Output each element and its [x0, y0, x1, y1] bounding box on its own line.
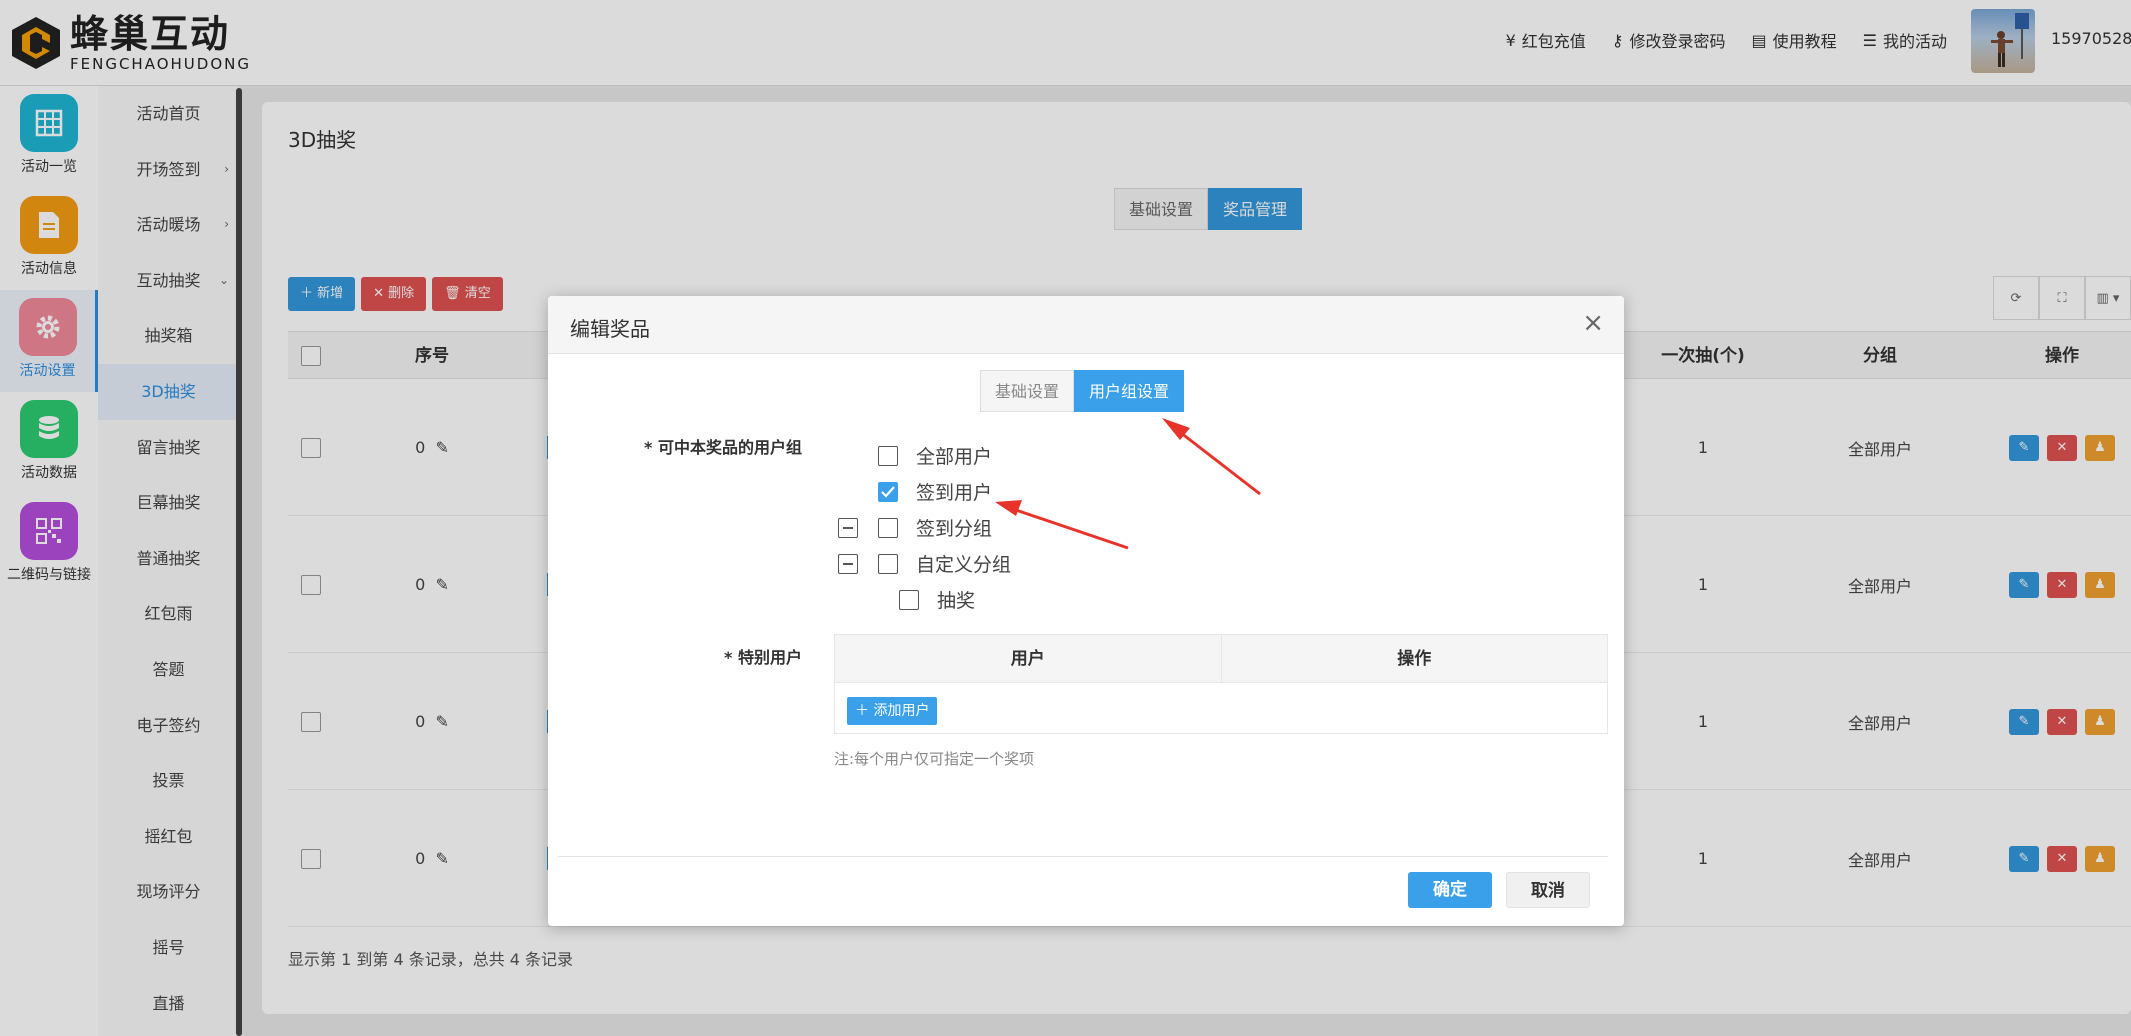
checkbox[interactable]: [878, 517, 898, 538]
modal-title: 编辑奖品: [570, 317, 650, 341]
edit-prize-modal: 编辑奖品 × 基础设置 用户组设置 * 可中本奖品的用户组 全部用户 签到用户 …: [548, 296, 1624, 926]
tree-node-checkin-users[interactable]: 签到用户: [878, 478, 992, 505]
divider: [558, 856, 1608, 857]
check-icon: [881, 485, 895, 498]
column-ops: 操作: [1397, 649, 1432, 669]
special-users-label: * 特别用户: [724, 648, 802, 667]
tree-node-label: 签到用户: [916, 482, 993, 504]
checkbox-checked[interactable]: [878, 481, 898, 502]
tree-node-label: 抽奖: [937, 590, 976, 612]
checkbox[interactable]: [899, 589, 919, 610]
add-user-button[interactable]: ＋ 添加用户: [847, 697, 938, 725]
tree-node-lottery[interactable]: 抽奖: [899, 586, 975, 613]
special-users-table: 用户 操作 ＋ 添加用户: [834, 634, 1608, 734]
collapse-icon[interactable]: [838, 553, 858, 574]
tree-node-checkin-groups[interactable]: 签到分组: [838, 514, 992, 541]
checkbox[interactable]: [878, 445, 898, 466]
tree-node-label: 自定义分组: [916, 554, 1012, 576]
user-group-label: * 可中本奖品的用户组: [644, 438, 802, 457]
column-user: 用户: [835, 635, 1222, 682]
tree-node-custom-groups[interactable]: 自定义分组: [838, 550, 1011, 577]
tab-user-group-settings[interactable]: 用户组设置: [1074, 370, 1185, 412]
close-icon[interactable]: ×: [1582, 308, 1604, 338]
collapse-icon[interactable]: [838, 517, 858, 538]
note-text: 注:每个用户仅可指定一个奖项: [834, 750, 1035, 768]
modal-tabs: 基础设置 用户组设置: [980, 370, 1185, 412]
tree-node-all-users[interactable]: 全部用户: [878, 442, 992, 469]
cancel-button[interactable]: 取消: [1506, 872, 1590, 908]
modal-header: 编辑奖品 ×: [548, 296, 1624, 354]
tree-node-label: 全部用户: [916, 446, 993, 468]
checkbox[interactable]: [878, 553, 898, 574]
confirm-button[interactable]: 确定: [1408, 872, 1492, 908]
tab-basic-settings[interactable]: 基础设置: [980, 370, 1075, 412]
tree-node-label: 签到分组: [916, 518, 993, 540]
